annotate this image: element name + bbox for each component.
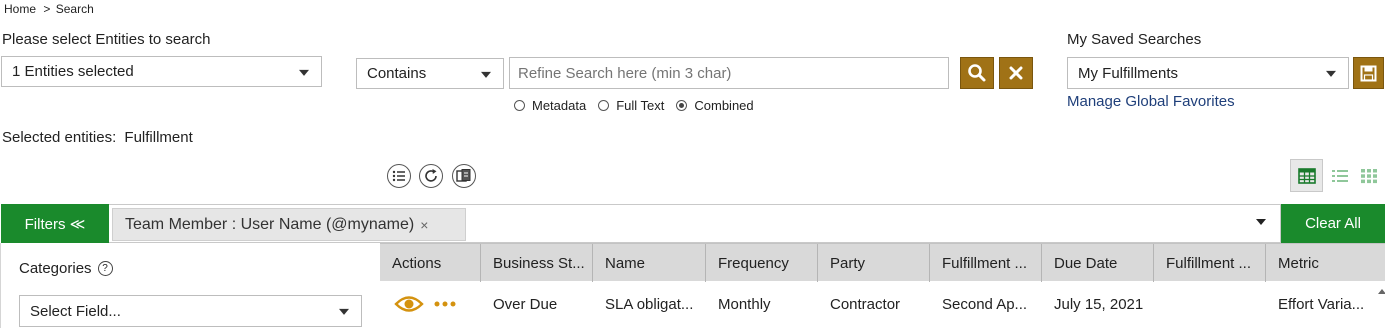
cell-fulfillment-2	[1154, 283, 1266, 325]
breadcrumb-current: Search	[55, 2, 94, 16]
radio-combined-label: Combined	[694, 98, 754, 113]
saved-searches-label: My Saved Searches	[1067, 31, 1202, 48]
eye-icon[interactable]	[394, 295, 424, 313]
cell-business-status: Over Due	[493, 295, 558, 313]
tile-grid-icon	[1361, 168, 1377, 183]
more-options-icon[interactable]	[434, 301, 456, 307]
help-icon[interactable]: ?	[97, 261, 113, 276]
filter-chip[interactable]: Team Member : User Name (@myname) ×	[112, 208, 466, 241]
chevron-down-icon[interactable]	[1256, 219, 1266, 225]
categories-header: Categories ?	[19, 260, 113, 277]
chip-remove-icon[interactable]: ×	[420, 217, 428, 233]
search-icon	[968, 64, 986, 82]
cell-metric: Effort Varia...	[1278, 295, 1365, 313]
selected-entities-label: Selected entities:	[2, 129, 117, 146]
search-mode-group: Metadata Full Text Combined	[514, 98, 766, 113]
tile-view-toggle[interactable]	[1356, 159, 1382, 192]
saved-searches-value: My Fulfillments	[1078, 64, 1179, 82]
radio-full-text-label: Full Text	[616, 98, 665, 113]
save-icon	[1360, 65, 1377, 81]
entities-select-value: 1 Entities selected	[12, 63, 134, 80]
chevron-down-icon	[1326, 70, 1336, 77]
export-icon	[456, 169, 471, 182]
breadcrumb-separator: >	[43, 2, 51, 16]
cell-fulfillment: Second Ap...	[942, 295, 1028, 313]
clear-search-button[interactable]	[999, 57, 1033, 89]
table-row[interactable]: Over Due SLA obligat... Monthly Contract…	[380, 283, 1380, 325]
grid-view-toggle[interactable]	[1290, 159, 1323, 192]
row-actions	[380, 283, 481, 325]
chevron-down-icon	[481, 71, 491, 78]
list-icon	[392, 170, 405, 182]
cell-party: Contractor	[830, 295, 901, 313]
column-header-fulfillment-2[interactable]: Fulfillment ...	[1154, 244, 1266, 282]
manage-global-favorites-link[interactable]: Manage Global Favorites	[1067, 93, 1235, 110]
cell-frequency: Monthly	[718, 295, 771, 313]
search-input[interactable]	[509, 57, 949, 89]
cell-name: SLA obligat...	[605, 295, 694, 313]
save-search-button[interactable]	[1353, 57, 1384, 89]
clear-all-button[interactable]: Clear All	[1281, 204, 1385, 243]
column-header-party[interactable]: Party	[818, 244, 930, 282]
cell-due-date: July 15, 2021	[1054, 295, 1144, 313]
column-header-due-date[interactable]: Due Date	[1042, 244, 1154, 282]
column-header-frequency[interactable]: Frequency	[706, 244, 818, 282]
column-header-actions[interactable]: Actions	[380, 244, 481, 282]
column-header-name[interactable]: Name	[593, 244, 706, 282]
entities-select[interactable]: 1 Entities selected	[1, 56, 322, 87]
search-button[interactable]	[960, 57, 994, 89]
table-grid-icon	[1297, 167, 1316, 184]
selected-entities-value: Fulfillment	[124, 129, 193, 146]
breadcrumb-home[interactable]: Home	[4, 2, 36, 16]
filter-chip-label: Team Member : User Name (@myname)	[125, 215, 415, 233]
breadcrumb: Home > Search	[4, 2, 94, 16]
radio-full-text[interactable]: Full Text	[598, 98, 664, 113]
radio-metadata[interactable]: Metadata	[514, 98, 586, 113]
radio-full-text-dot	[598, 100, 610, 111]
operator-select[interactable]: Contains	[356, 58, 504, 89]
radio-combined[interactable]: Combined	[676, 98, 754, 113]
radio-combined-dot	[676, 100, 688, 111]
list-view-toggle[interactable]	[387, 164, 411, 188]
table-header: Actions Business St... Name Frequency Pa…	[380, 243, 1385, 282]
radio-metadata-dot	[514, 100, 525, 111]
column-header-business-status[interactable]: Business St...	[481, 244, 593, 282]
chevron-down-icon	[339, 308, 349, 315]
filters-toggle-button[interactable]: Filters ≪	[1, 204, 109, 243]
export-button[interactable]	[452, 164, 476, 188]
selected-entities: Selected entities: Fulfillment	[2, 129, 193, 146]
column-header-fulfillment[interactable]: Fulfillment ...	[930, 244, 1042, 282]
close-icon	[1009, 66, 1023, 80]
chevron-down-icon	[299, 69, 309, 76]
operator-select-value: Contains	[367, 65, 427, 82]
scroll-up-arrow[interactable]	[1378, 289, 1385, 294]
categories-label: Categories	[19, 260, 92, 277]
column-header-metric[interactable]: Metric	[1266, 244, 1385, 282]
refresh-icon	[425, 169, 437, 182]
saved-searches-select[interactable]: My Fulfillments	[1067, 57, 1349, 89]
entities-label: Please select Entities to search	[2, 31, 211, 48]
category-field-placeholder: Select Field...	[30, 302, 121, 320]
detail-list-toggle[interactable]	[1327, 159, 1353, 192]
category-field-select[interactable]: Select Field...	[19, 295, 362, 327]
detail-list-icon	[1332, 169, 1348, 182]
refresh-button[interactable]	[419, 164, 443, 188]
radio-metadata-label: Metadata	[532, 98, 587, 113]
